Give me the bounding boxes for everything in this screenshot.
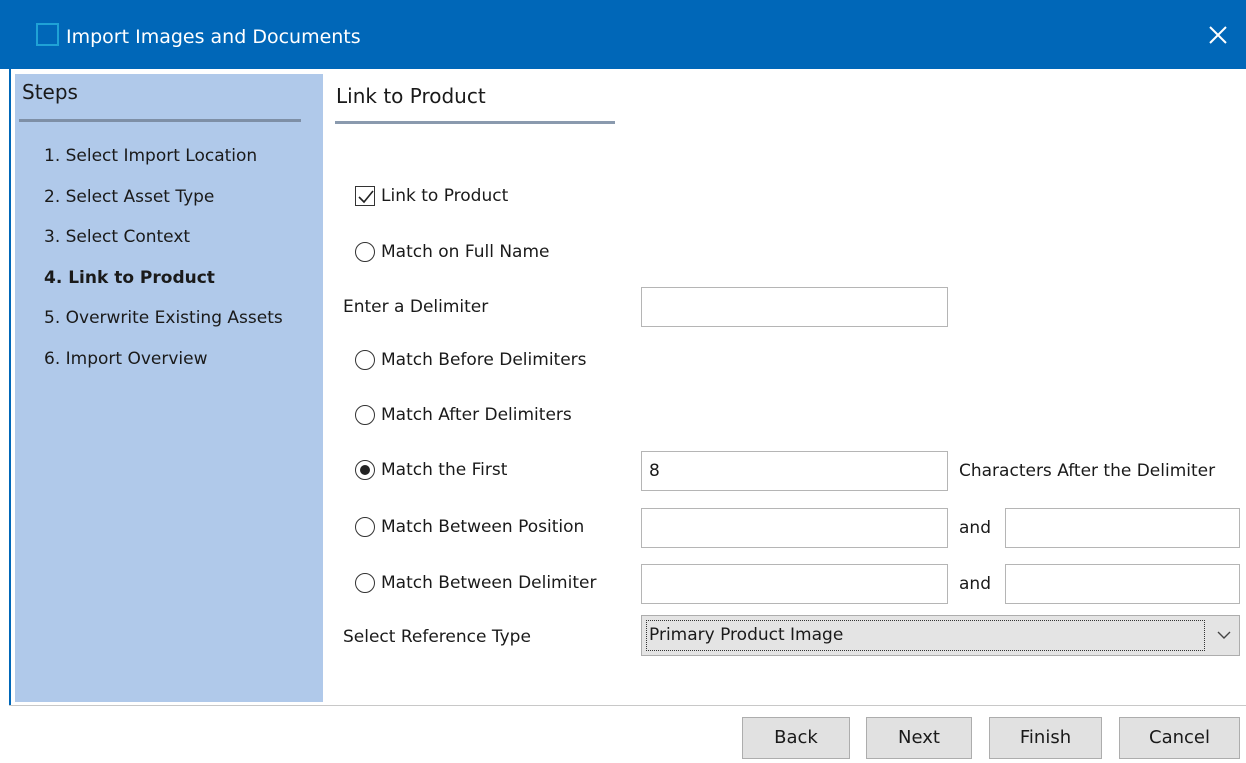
delimiter-to-input[interactable] — [1005, 564, 1240, 604]
match-first-label: Match the First — [381, 460, 508, 480]
match-between-position-label: Match Between Position — [381, 517, 585, 537]
match-between-delimiter-radio[interactable]: Match Between Delimiter — [355, 573, 596, 593]
step-item-select-asset-type: 2. Select Asset Type — [44, 186, 215, 207]
app-icon — [36, 23, 59, 46]
match-first-count-input[interactable]: 8 — [641, 451, 948, 491]
steps-title: Steps — [22, 80, 78, 104]
step-item-link-to-product: 4. Link to Product — [44, 267, 215, 288]
chevron-down-icon — [1217, 631, 1231, 639]
steps-list: 1. Select Import Location 2. Select Asse… — [44, 144, 283, 388]
match-first-radio[interactable]: Match the First — [355, 460, 507, 480]
match-before-radio[interactable]: Match Before Delimiters — [355, 350, 587, 370]
cancel-button[interactable]: Cancel — [1119, 717, 1240, 759]
radio-button[interactable] — [355, 517, 375, 537]
match-full-name-label: Match on Full Name — [381, 242, 550, 262]
section-title: Link to Product — [336, 84, 486, 108]
step-item-select-import-location: 1. Select Import Location — [44, 146, 258, 166]
match-full-name-radio[interactable]: Match on Full Name — [355, 242, 549, 262]
checkbox[interactable] — [355, 186, 375, 206]
reference-type-select[interactable]: Primary Product Image — [641, 615, 1240, 656]
radio-button[interactable] — [355, 350, 375, 370]
footer-divider — [9, 705, 1246, 706]
reference-type-label: Select Reference Type — [343, 627, 531, 647]
delimiter-input[interactable] — [641, 287, 948, 327]
steps-panel: Steps 1. Select Import Location 2. Selec… — [15, 74, 323, 702]
radio-button[interactable] — [355, 405, 375, 425]
delimiter-and-label: and — [959, 574, 991, 594]
back-button[interactable]: Back — [742, 717, 850, 759]
close-button[interactable] — [1190, 0, 1246, 69]
link-to-product-label: Link to Product — [381, 186, 509, 206]
step-item-overwrite-existing-assets: 5. Overwrite Existing Assets — [44, 308, 283, 329]
match-between-position-radio[interactable]: Match Between Position — [355, 517, 584, 537]
position-and-label: and — [959, 518, 991, 538]
match-after-label: Match After Delimiters — [381, 405, 572, 425]
delimiter-from-input[interactable] — [641, 564, 948, 604]
match-between-delimiter-label: Match Between Delimiter — [381, 573, 597, 593]
section-divider — [335, 121, 615, 124]
close-icon — [1209, 26, 1227, 44]
steps-divider — [19, 119, 301, 122]
match-before-label: Match Before Delimiters — [381, 350, 587, 370]
radio-button[interactable] — [355, 573, 375, 593]
window-title: Import Images and Documents — [66, 26, 361, 48]
match-first-suffix-label: Characters After the Delimiter — [959, 461, 1216, 481]
checkmark-icon — [358, 190, 374, 204]
reference-type-value: Primary Product Image — [646, 620, 1205, 651]
match-after-radio[interactable]: Match After Delimiters — [355, 405, 572, 425]
finish-button[interactable]: Finish — [989, 717, 1102, 759]
delimiter-label: Enter a Delimiter — [343, 297, 489, 317]
step-item-select-context: 3. Select Context — [44, 227, 191, 248]
next-button[interactable]: Next — [866, 717, 972, 759]
radio-button[interactable] — [355, 242, 375, 262]
title-bar: Import Images and Documents — [0, 0, 1246, 69]
position-from-input[interactable] — [641, 508, 948, 548]
position-to-input[interactable] — [1005, 508, 1240, 548]
step-item-import-overview: 6. Import Overview — [44, 348, 208, 369]
window-border — [9, 69, 11, 705]
link-to-product-checkbox[interactable]: Link to Product — [355, 186, 508, 206]
radio-button-selected[interactable] — [355, 460, 375, 480]
